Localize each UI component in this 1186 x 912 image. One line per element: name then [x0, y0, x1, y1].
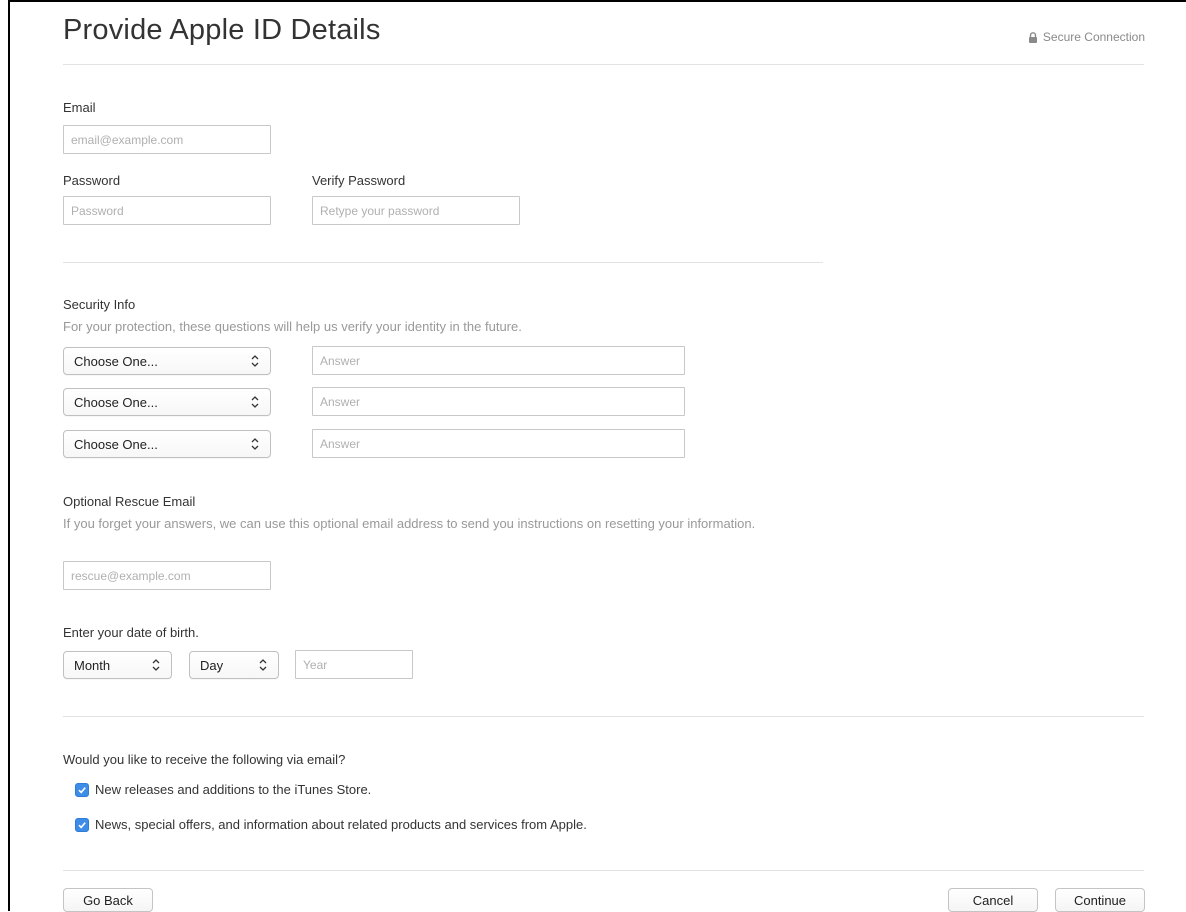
password-label: Password — [63, 173, 121, 188]
security-description: For your protection, these questions wil… — [63, 319, 522, 334]
security-question-select-3[interactable]: Choose One... — [63, 430, 271, 458]
rescue-email-field[interactable] — [63, 561, 271, 590]
checkbox-checked-icon[interactable] — [75, 782, 89, 797]
security-question-select-1[interactable]: Choose One... — [63, 347, 271, 375]
chevron-up-down-icon — [251, 396, 259, 408]
lock-icon — [1028, 31, 1037, 43]
security-answer-field-3[interactable] — [312, 429, 685, 458]
security-answer-field-2[interactable] — [312, 387, 685, 416]
newsletter-option-apple-label: News, special offers, and information ab… — [95, 817, 587, 832]
email-label: Email — [63, 100, 96, 115]
security-question-select-1-label: Choose One... — [74, 353, 158, 369]
chevron-up-down-icon — [152, 659, 160, 671]
birth-day-label: Day — [200, 657, 224, 673]
checkbox-checked-icon[interactable] — [75, 817, 89, 832]
page-title: Provide Apple ID Details — [63, 14, 381, 46]
verify-password-label: Verify Password — [312, 173, 406, 188]
cancel-button[interactable]: Cancel — [948, 888, 1038, 912]
security-answer-field-1[interactable] — [312, 346, 685, 375]
security-question-select-2-label: Choose One... — [74, 394, 158, 410]
secure-connection: Secure Connection — [1028, 30, 1145, 44]
chevron-up-down-icon — [251, 355, 259, 367]
security-heading: Security Info — [63, 297, 136, 312]
email-field[interactable] — [63, 125, 271, 154]
secure-connection-label: Secure Connection — [1042, 30, 1145, 44]
footer-divider — [63, 870, 1144, 871]
security-question-select-3-label: Choose One... — [74, 436, 158, 452]
newsletter-question: Would you like to receive the following … — [63, 752, 346, 767]
birth-divider — [63, 716, 1144, 717]
chevron-up-down-icon — [251, 438, 259, 450]
account-divider — [63, 262, 823, 263]
chevron-up-down-icon — [259, 659, 267, 671]
rescue-email-heading: Optional Rescue Email — [63, 494, 196, 509]
go-back-button[interactable]: Go Back — [63, 888, 153, 912]
birth-date-heading: Enter your date of birth. — [63, 625, 199, 640]
newsletter-option-itunes[interactable]: New releases and additions to the iTunes… — [75, 782, 371, 797]
newsletter-option-apple[interactable]: News, special offers, and information ab… — [75, 817, 587, 832]
security-question-select-2[interactable]: Choose One... — [63, 388, 271, 416]
window-border-left — [8, 0, 10, 911]
birth-month-label: Month — [74, 657, 111, 673]
birth-year-field[interactable] — [295, 650, 413, 679]
birth-month-select[interactable]: Month — [63, 651, 172, 679]
newsletter-option-itunes-label: New releases and additions to the iTunes… — [95, 782, 372, 797]
birth-day-select[interactable]: Day — [189, 651, 279, 679]
window-border-top — [8, 0, 1186, 2]
password-field[interactable] — [63, 196, 271, 225]
continue-button[interactable]: Continue — [1055, 888, 1145, 912]
rescue-email-description: If you forget your answers, we can use t… — [63, 516, 756, 531]
header-divider — [63, 64, 1144, 65]
verify-password-field[interactable] — [312, 196, 520, 225]
